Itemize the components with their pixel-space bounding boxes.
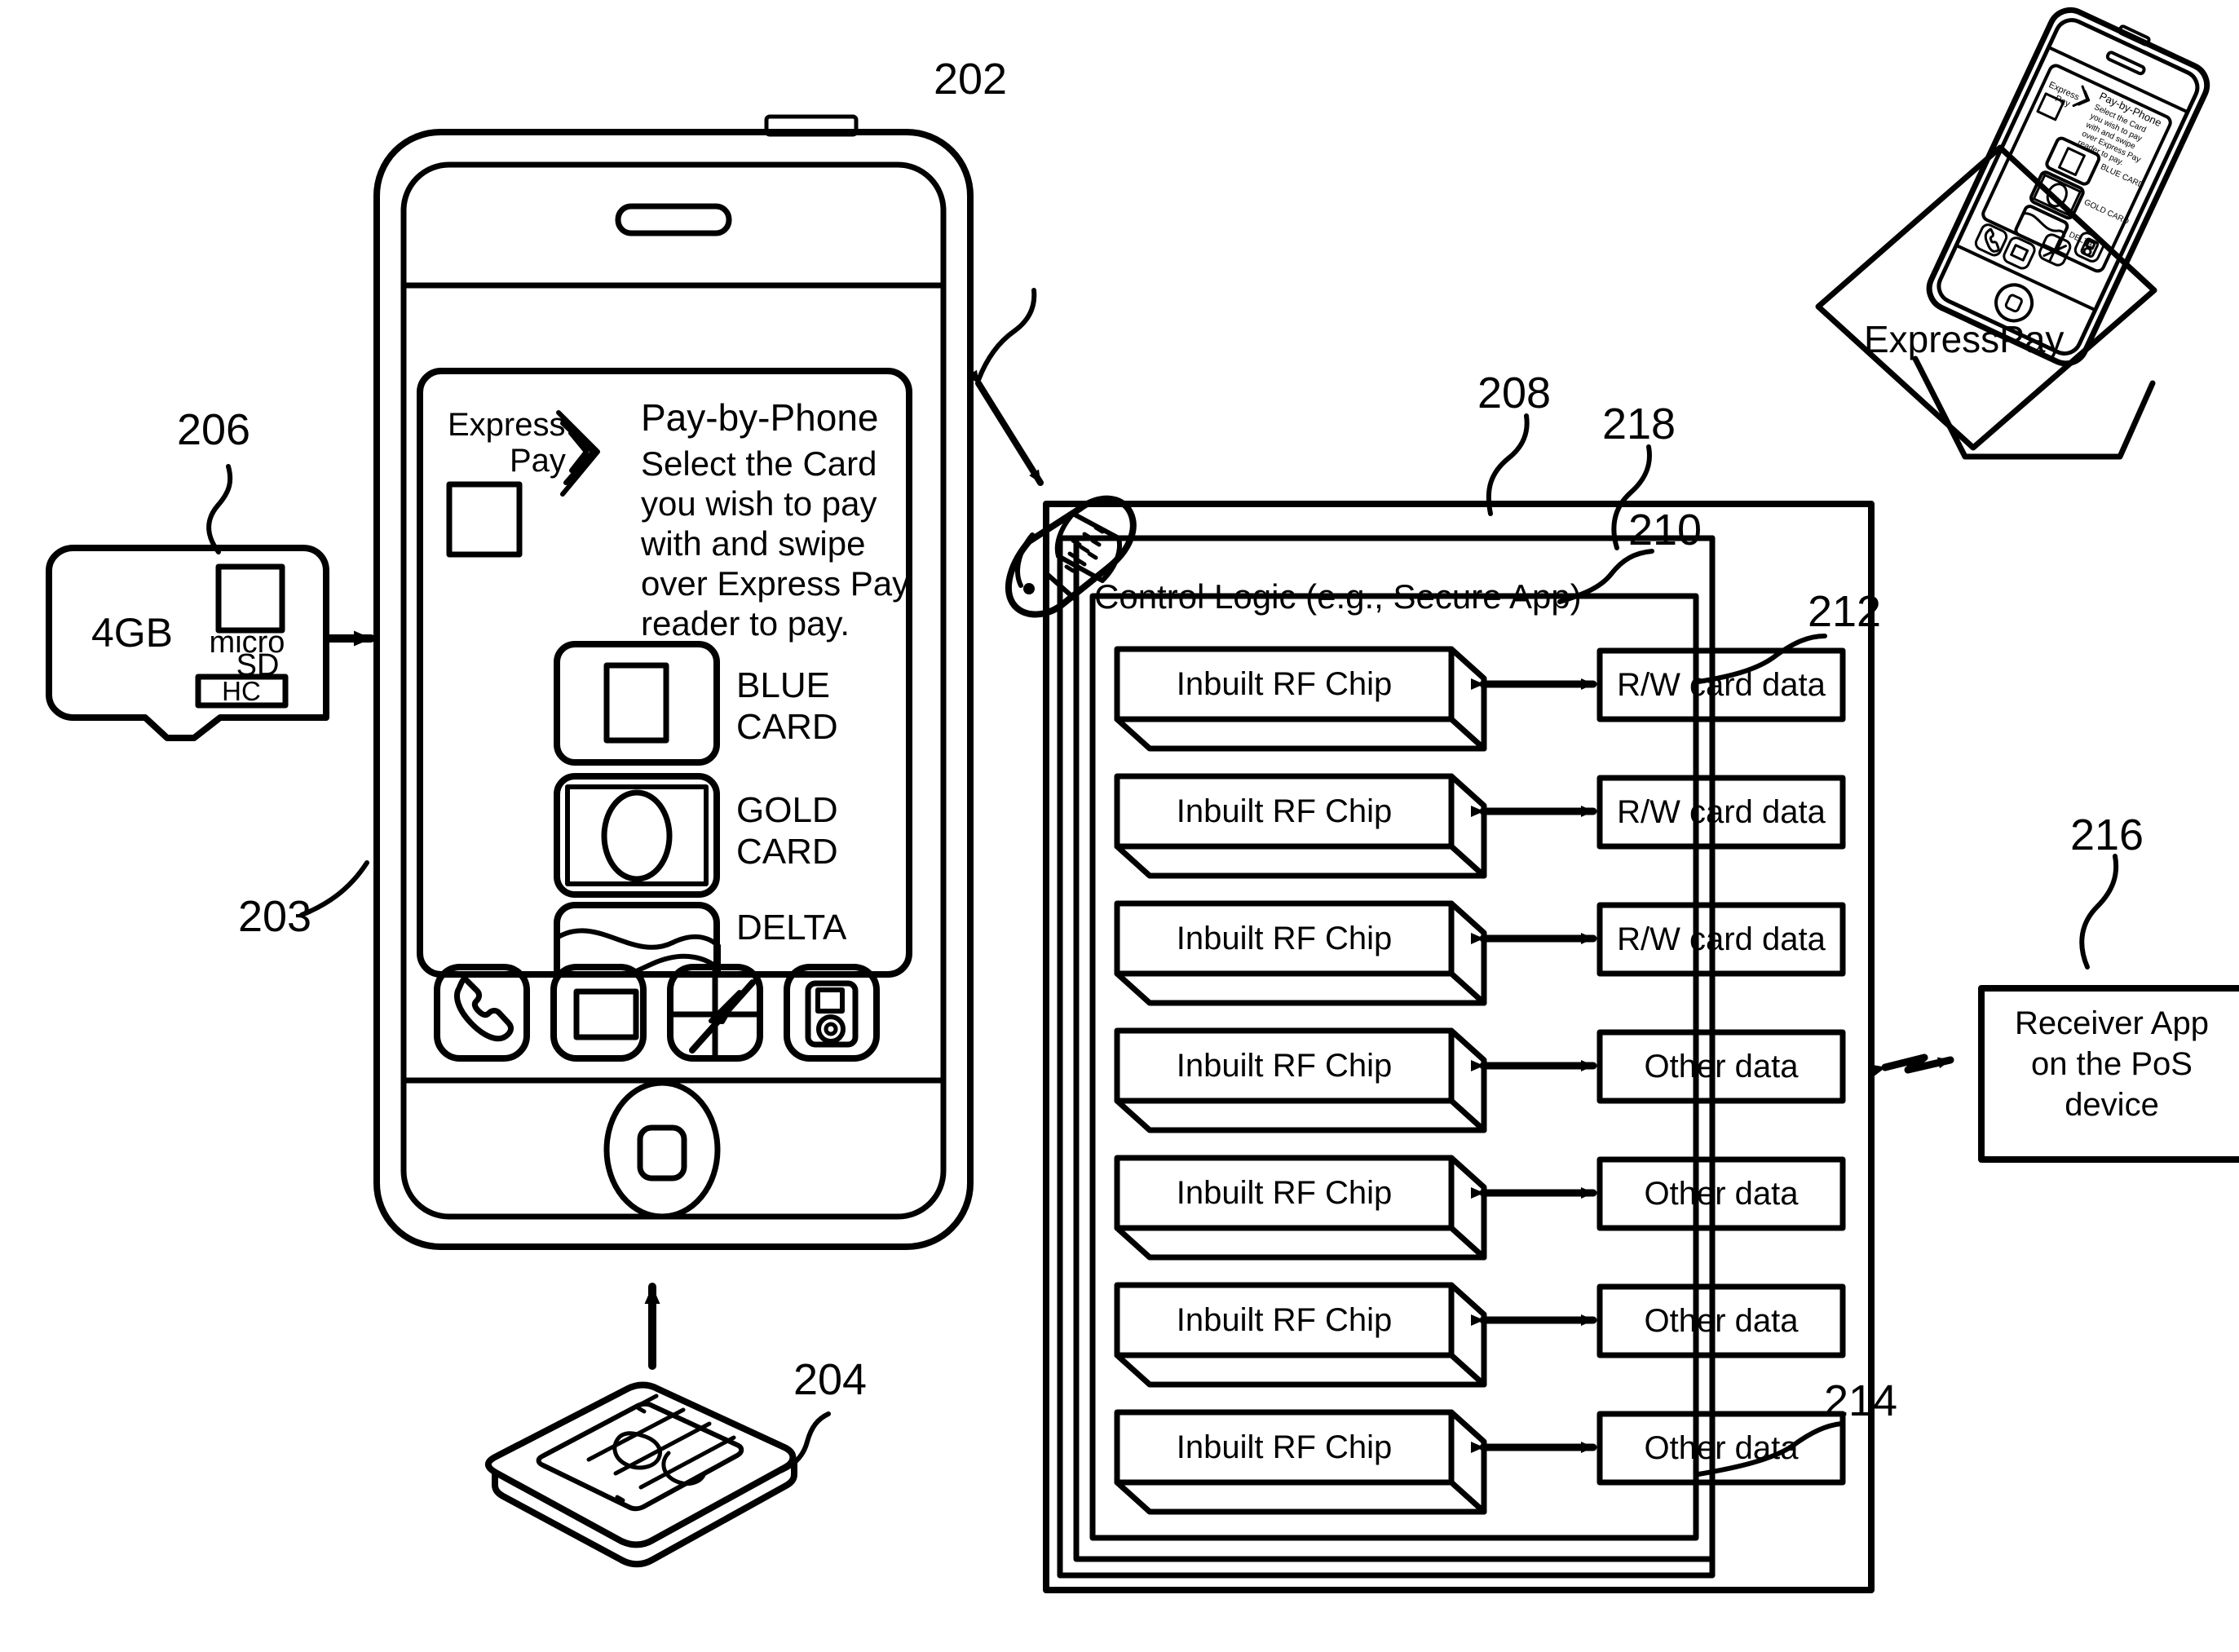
ipod-icon[interactable] — [784, 964, 880, 1062]
square-card-icon — [603, 662, 669, 744]
ref-206: 206 — [177, 405, 250, 454]
rf-chip-label: Inbuilt RF Chip — [1177, 1429, 1393, 1465]
rf-chip-label: Inbuilt RF Chip — [1177, 1048, 1393, 1084]
phone-home-button[interactable] — [603, 1080, 721, 1220]
data-box-label: R/W card data — [1617, 794, 1826, 830]
data-box-label: Other data — [1644, 1430, 1799, 1466]
reader-phone-earpiece — [2105, 51, 2146, 76]
data-box-label: R/W card data — [1617, 667, 1826, 703]
phone-earpiece — [615, 203, 732, 236]
screen-body-line-0: Select the Card — [641, 444, 877, 483]
screen-logo-square — [446, 481, 523, 558]
screen-heading: Pay-by-Phone — [641, 396, 879, 439]
card-tile-blue[interactable] — [554, 641, 720, 766]
microsd-card — [46, 464, 375, 741]
receiver-app-line3: device — [2065, 1087, 2159, 1123]
rf-link-arrow — [1871, 1053, 1954, 1076]
screen-body-line-1: you wish to pay — [641, 484, 877, 523]
card-label-delta: DELTA — [736, 908, 847, 947]
data-box-label: Other data — [1644, 1176, 1799, 1212]
data-box-label: R/W card data — [1617, 921, 1826, 957]
mail-icon[interactable] — [550, 964, 647, 1062]
rf-chip-label: Inbuilt RF Chip — [1177, 921, 1393, 956]
ref-208: 208 — [1477, 369, 1551, 417]
leader-206 — [206, 464, 233, 554]
screen-body-line-3: over Express Pay — [641, 564, 909, 603]
ref-203: 203 — [238, 892, 311, 941]
sim-card — [484, 1283, 831, 1568]
patent-figure-svg: 202 206 203 204 208 218 210 212 214 216 … — [46, 7, 2239, 1593]
sim-body-edge — [492, 1459, 797, 1568]
rf-chip-label: Inbuilt RF Chip — [1177, 793, 1393, 829]
rf-chip-label: Inbuilt RF Chip — [1177, 666, 1393, 702]
ref-210: 210 — [1628, 506, 1702, 554]
reader-card-label-1: GOLD CARD — [2082, 198, 2131, 227]
ref-216: 216 — [2070, 811, 2144, 859]
receiver-app-line1: Receiver App — [2015, 1005, 2209, 1041]
reader-pad-label: ExpressPay — [1864, 318, 2064, 360]
ref-212: 212 — [1808, 587, 1881, 636]
leader-202 — [976, 288, 1037, 382]
expresspay-reader — [1815, 7, 2210, 460]
leader-216 — [2079, 854, 2119, 970]
rf-chip-label: Inbuilt RF Chip — [1177, 1302, 1393, 1338]
control-logic-label: Control Logic (e.g., Secure App) — [1094, 577, 1582, 616]
reader-pad — [1815, 144, 2157, 451]
card-label-blue-1: BLUE — [736, 665, 830, 705]
reader-card-label-0: BLUE CARD — [2099, 162, 2145, 190]
microsd-corner-square — [215, 563, 285, 634]
phone-home-button-glyph — [637, 1124, 687, 1182]
rf-chip-label: Inbuilt RF Chip — [1177, 1175, 1393, 1211]
card-label-gold-2: CARD — [736, 832, 838, 872]
ref-202: 202 — [934, 55, 1007, 104]
safari-compass-icon[interactable] — [667, 964, 763, 1062]
screen-logo-line2: Pay — [510, 443, 566, 479]
leader-208 — [1486, 413, 1530, 516]
phone-link-arrow — [967, 369, 1044, 486]
oval-card-icon — [601, 789, 673, 882]
screen-body-line-4: reader to pay. — [641, 604, 850, 643]
leader-204 — [774, 1411, 831, 1475]
ref-204: 204 — [793, 1355, 867, 1404]
figure-canvas: 202 206 203 204 208 218 210 212 214 216 … — [0, 0, 2239, 1652]
microsd-badge: HC — [222, 676, 261, 706]
ref-218: 218 — [1602, 400, 1676, 448]
screen-body-line-2: with and swipe — [640, 524, 865, 563]
card-label-gold-1: GOLD — [736, 790, 838, 830]
phone-icon[interactable] — [434, 964, 530, 1062]
microsd-capacity: 4GB — [91, 610, 173, 656]
reader-phone — [1926, 7, 2210, 367]
ref-214: 214 — [1824, 1376, 1897, 1425]
reader-pedestal — [1912, 356, 2156, 460]
data-box-label: Other data — [1644, 1303, 1799, 1339]
dock-row — [434, 964, 880, 1062]
data-box-label: Other data — [1644, 1049, 1799, 1084]
phone-device — [373, 114, 974, 1250]
card-tile-gold[interactable] — [554, 773, 720, 898]
card-label-blue-2: CARD — [736, 707, 838, 747]
receiver-app-line2: on the PoS — [2031, 1046, 2193, 1082]
wave-card-icon — [554, 928, 721, 950]
screen-logo-line1: Express — [448, 407, 566, 443]
